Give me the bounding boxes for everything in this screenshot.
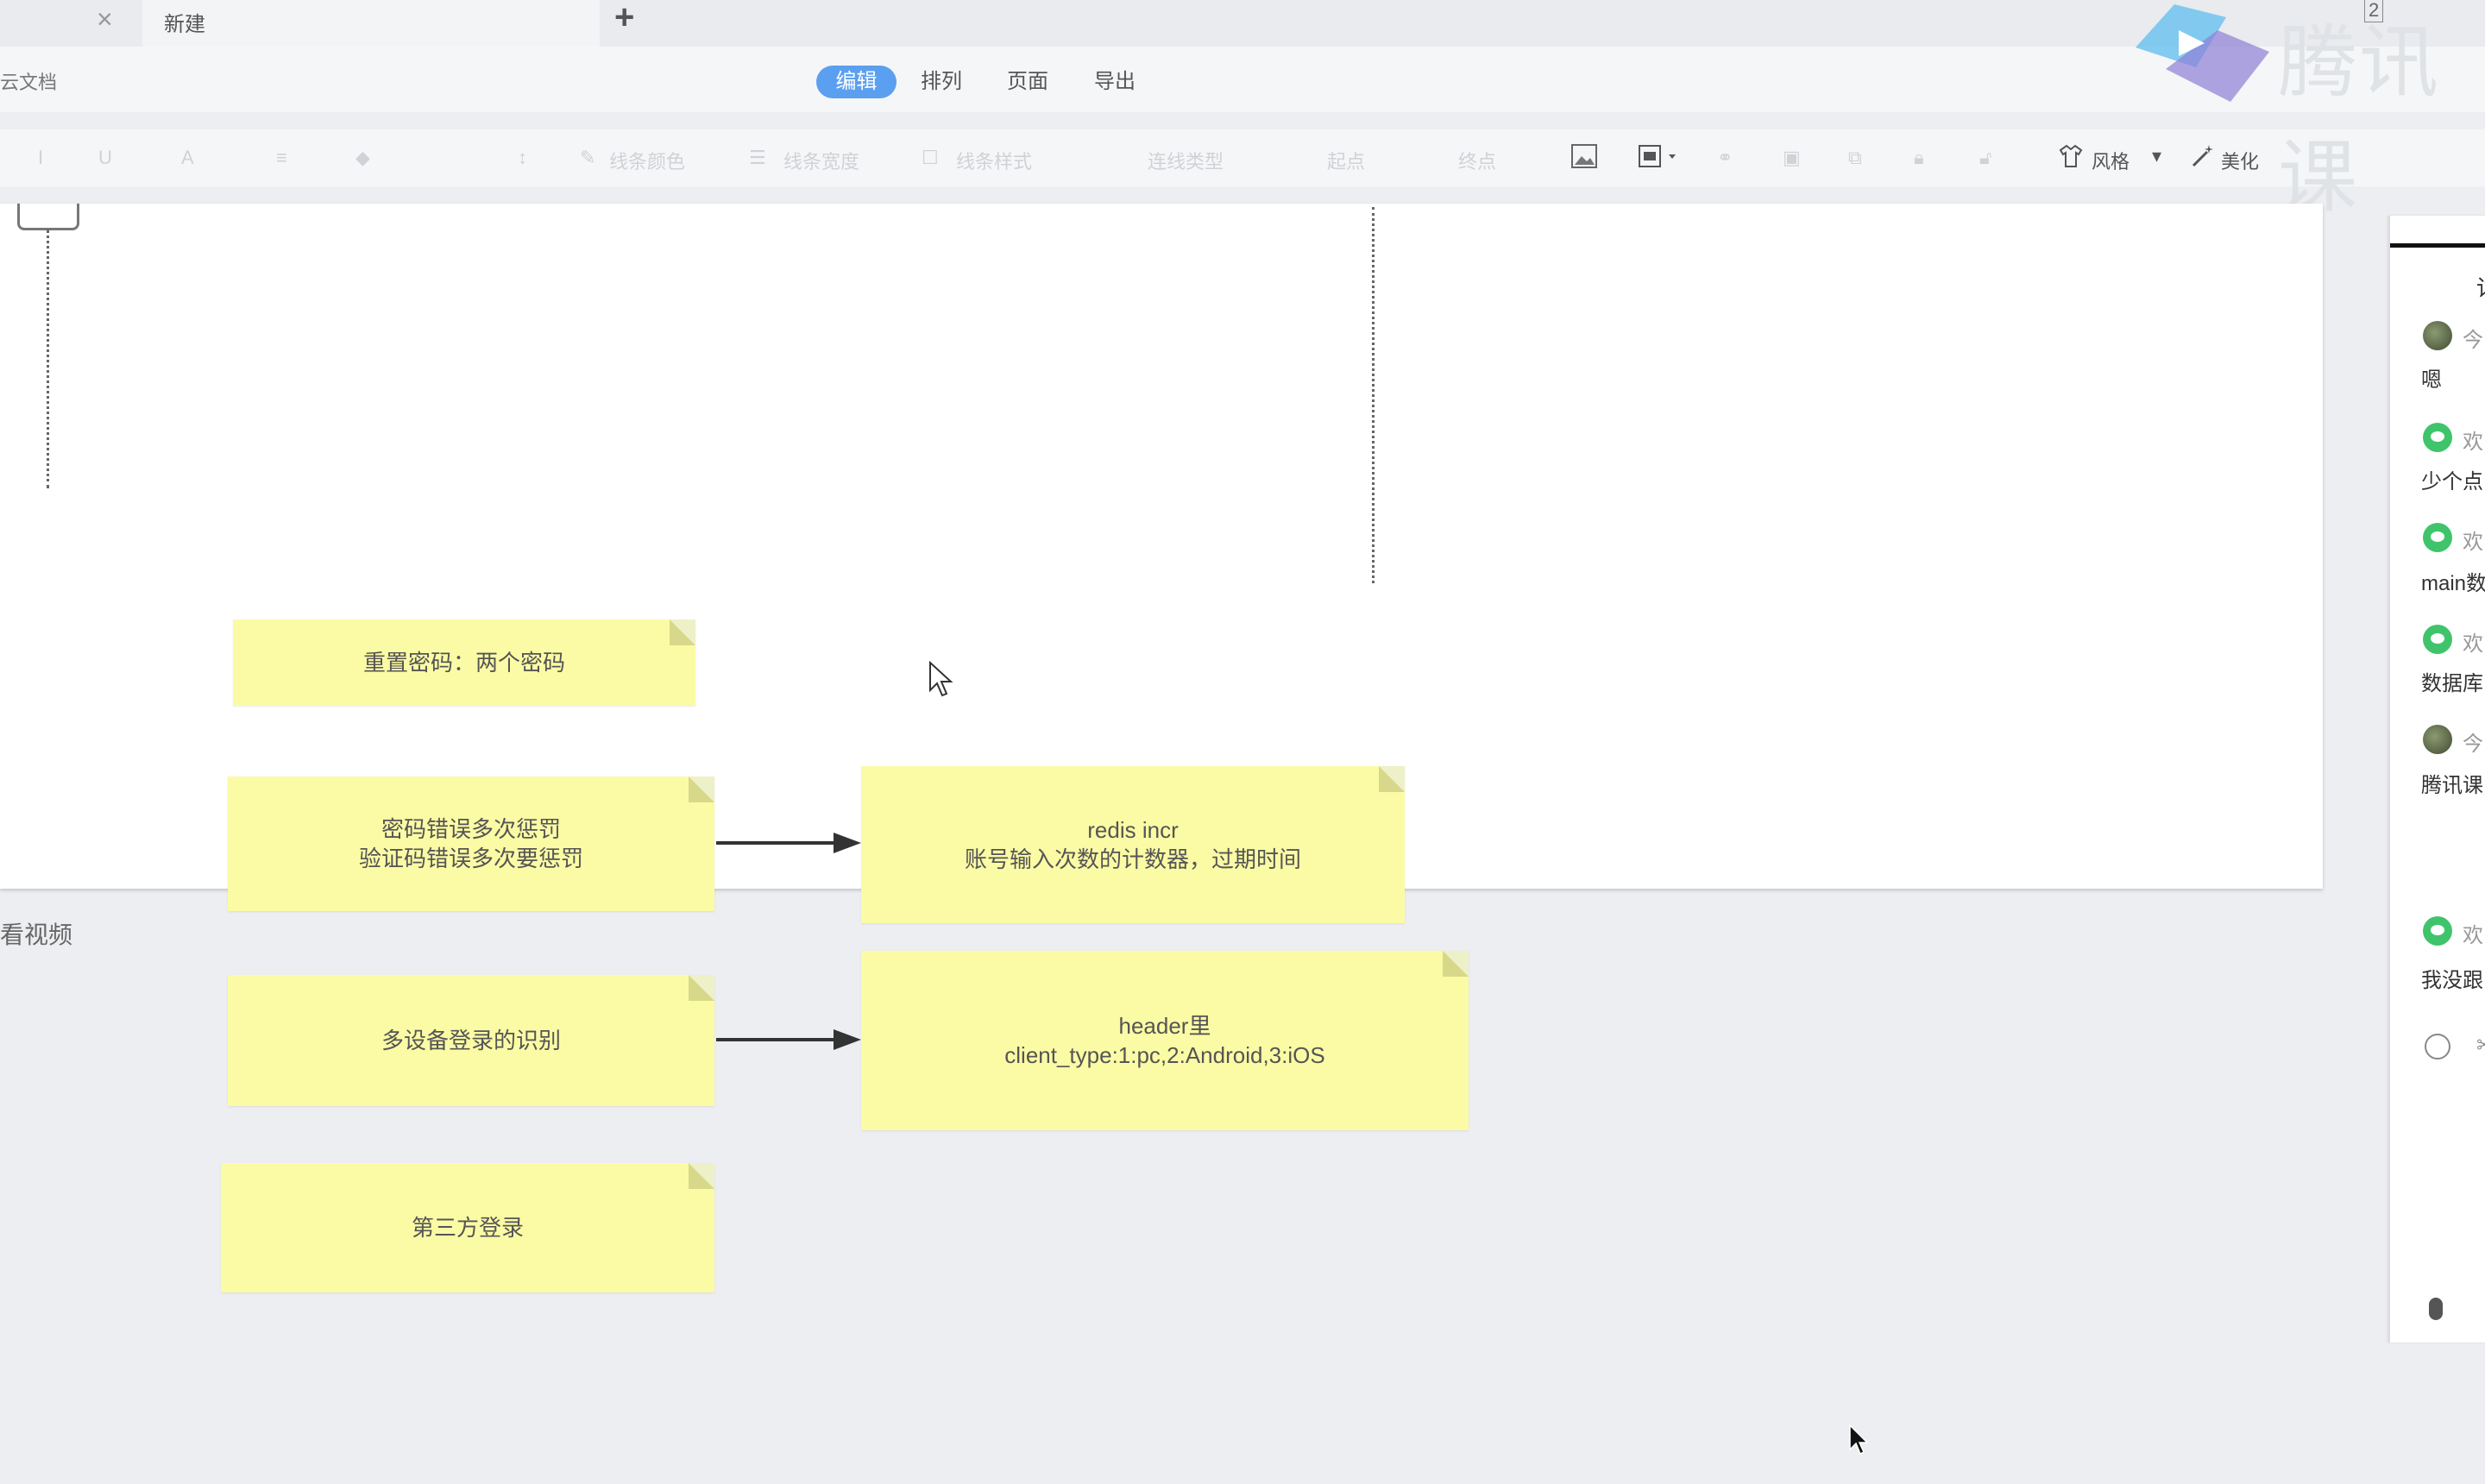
arrowhead — [834, 1029, 861, 1050]
new-tab-button[interactable]: + — [614, 0, 634, 37]
menu-page[interactable]: 页面 — [1007, 66, 1048, 98]
menu-export[interactable]: 导出 — [1094, 66, 1136, 98]
close-tab-icon[interactable]: × — [97, 3, 113, 35]
connector-type-label[interactable]: 连线类型 — [1148, 147, 1224, 174]
sticky-note[interactable]: 密码错误多次惩罚 验证码错误多次要惩罚 — [228, 777, 714, 911]
note-fold — [1443, 951, 1469, 977]
end-point-label[interactable]: 终点 — [1458, 147, 1496, 174]
style-label[interactable]: 风格 — [2092, 147, 2130, 174]
note-fold — [670, 619, 695, 645]
line-width-label[interactable]: 线条宽度 — [783, 147, 859, 174]
chat-username: 今 — [2463, 329, 2483, 352]
chat-username: 欢 — [2463, 531, 2483, 554]
group-icon[interactable]: ▣ — [1783, 147, 1801, 169]
note-text: 第三方登录 — [411, 1215, 524, 1241]
font-color-icon[interactable]: A — [181, 147, 194, 169]
chevron-down-icon[interactable]: ▾ — [2152, 145, 2161, 167]
wechat-avatar-icon[interactable] — [2423, 625, 2452, 654]
diagram-shape-partial[interactable] — [17, 204, 79, 230]
wechat-avatar-icon[interactable] — [2423, 523, 2452, 552]
chat-message: 腾讯课 — [2421, 774, 2483, 797]
connector-arrow[interactable] — [716, 1038, 837, 1041]
chat-panel-divider — [2390, 243, 2485, 248]
tencent-classroom-logo-icon — [2127, 0, 2274, 104]
ungroup-icon[interactable]: ⧉ — [1848, 147, 1862, 169]
user-avatar[interactable] — [2423, 321, 2452, 350]
align-icon[interactable]: ≡ — [276, 147, 287, 169]
user-avatar[interactable] — [2423, 725, 2452, 754]
chat-username: 欢 — [2463, 431, 2483, 454]
dotted-lifeline[interactable] — [47, 230, 49, 488]
note-fold — [689, 975, 714, 1001]
sticky-note[interactable]: 重置密码：两个密码 — [233, 619, 695, 706]
microphone-icon[interactable] — [2429, 1298, 2443, 1320]
chat-username: 欢 — [2463, 632, 2483, 656]
screenshot-scissors-icon[interactable]: ✂ — [2476, 1032, 2485, 1059]
chat-message: 嗯 — [2421, 368, 2442, 392]
line-width-icon[interactable]: ☰ — [749, 147, 766, 169]
note-fold — [1379, 766, 1405, 792]
chat-message: 少个点 — [2421, 470, 2483, 494]
line-spacing-icon[interactable]: ↕ — [518, 147, 527, 169]
sticky-note[interactable]: header里 client_type:1:pc,2:Android,3:iOS — [861, 951, 1469, 1130]
watermark-brand: 腾讯课 — [2278, 19, 2441, 222]
menu-bar — [0, 47, 2485, 112]
unlock-icon[interactable]: 🔓︎ — [1979, 147, 1991, 169]
chat-message: 我没跟 — [2421, 969, 2483, 992]
doc-label[interactable]: 云文档 — [0, 67, 57, 95]
wechat-avatar-icon[interactable] — [2423, 916, 2452, 946]
image-icon[interactable] — [1570, 143, 1598, 174]
mouse-pointer-icon — [928, 660, 954, 703]
start-point-label[interactable]: 起点 — [1327, 147, 1365, 174]
emoji-icon[interactable] — [2425, 1034, 2450, 1060]
watch-video-label: 看视频 — [0, 921, 73, 948]
tab-active[interactable] — [142, 0, 600, 47]
style-icon[interactable] — [2057, 143, 2085, 174]
dotted-lifeline[interactable] — [1372, 207, 1375, 583]
menu-edit[interactable]: 编辑 — [816, 66, 896, 98]
note-text: 多设备登录的识别 — [381, 1028, 561, 1053]
sticky-note[interactable]: redis incr 账号输入次数的计数器，过期时间 — [861, 766, 1405, 923]
chat-message: 数据库 — [2421, 672, 2483, 695]
underline-icon[interactable]: U — [98, 147, 112, 169]
note-text: header里 client_type:1:pc,2:Android,3:iOS — [1004, 1013, 1325, 1068]
chat-message: main数 — [2421, 572, 2485, 595]
chat-username: 今 — [2463, 733, 2483, 756]
mouse-pointer-icon — [1848, 1424, 1871, 1462]
connector-arrow[interactable] — [716, 841, 837, 845]
line-color-label[interactable]: 线条颜色 — [609, 147, 685, 174]
arrowhead — [834, 833, 861, 853]
table-icon[interactable] — [1638, 143, 1677, 174]
magic-wand-icon[interactable] — [2190, 143, 2216, 174]
line-style-label[interactable]: 线条样式 — [956, 147, 1032, 174]
note-text: 重置密码：两个密码 — [362, 650, 565, 676]
chat-panel-title: 讨 — [2476, 271, 2485, 303]
sticky-note[interactable]: 多设备登录的识别 — [228, 975, 714, 1106]
note-text: 密码错误多次惩罚 验证码错误多次要惩罚 — [358, 816, 583, 871]
lock-icon[interactable]: 🔒︎ — [1914, 147, 1924, 169]
beautify-label[interactable]: 美化 — [2221, 147, 2259, 174]
link-icon[interactable]: ⚭ — [1717, 147, 1733, 169]
note-text: redis incr 账号输入次数的计数器，过期时间 — [964, 817, 1301, 872]
tab-title[interactable]: 新建 — [164, 7, 205, 37]
italic-icon[interactable]: I — [38, 147, 43, 169]
note-fold — [689, 1163, 714, 1189]
watermark-count: 2 — [2364, 0, 2384, 22]
wechat-avatar-icon[interactable] — [2423, 423, 2452, 452]
line-color-icon[interactable]: ✎ — [580, 147, 595, 169]
sticky-note[interactable]: 第三方登录 — [221, 1163, 714, 1292]
chat-username: 欢 — [2463, 924, 2483, 947]
menu-arrange[interactable]: 排列 — [921, 66, 962, 98]
note-fold — [689, 777, 714, 802]
fill-icon[interactable]: ◆ — [355, 147, 370, 169]
line-style-icon[interactable]: ☐ — [922, 147, 939, 169]
